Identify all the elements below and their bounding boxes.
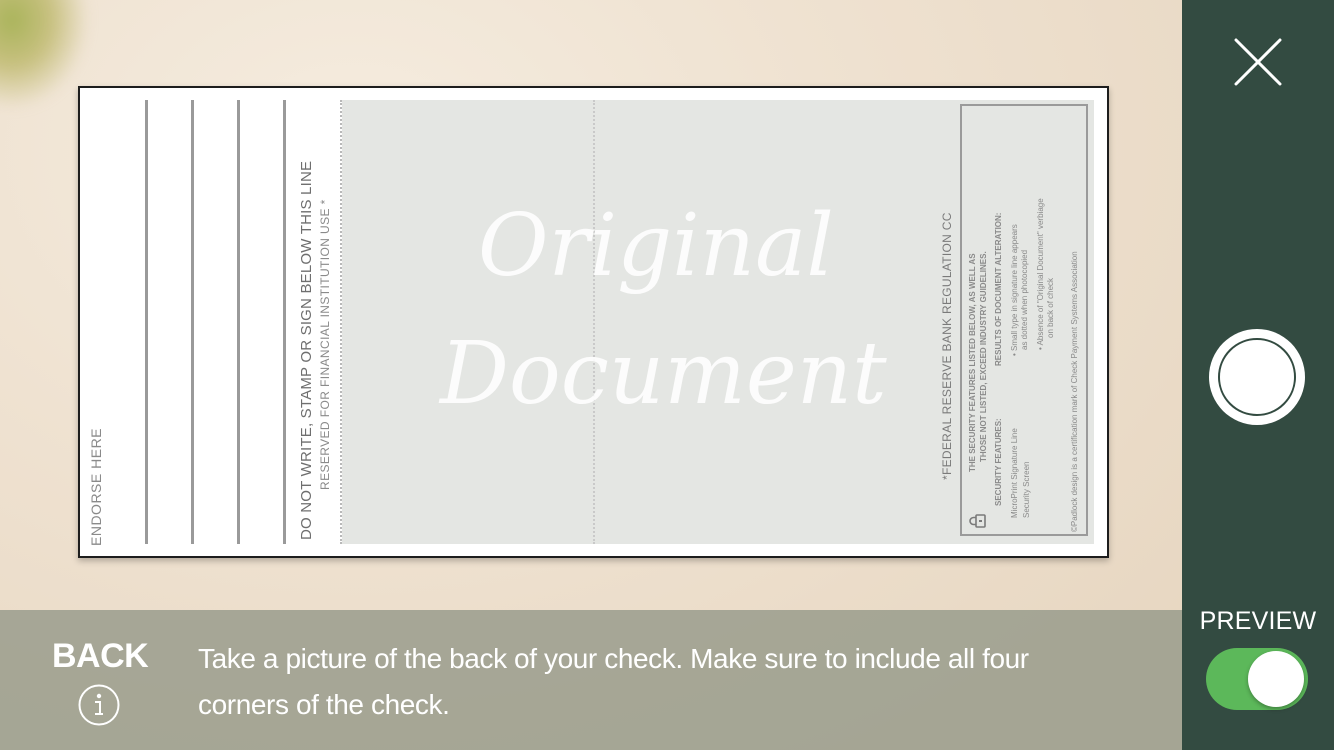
security-feature-2: Security Screen	[1022, 461, 1031, 518]
camera-capture-screen: ENDORSE HERE DO NOT WRITE, STAMP OR SIGN…	[0, 0, 1334, 750]
shutter-inner-ring	[1218, 338, 1296, 416]
security-header-2: THOSE NOT LISTED, EXCEED INDUSTRY GUIDEL…	[979, 251, 988, 462]
preview-label: PREVIEW	[1199, 607, 1317, 635]
security-feature-1: MicroPrint Signature Line	[1010, 428, 1019, 518]
reserved-label: RESERVED FOR FINANCIAL INSTITUTION USE *	[318, 199, 332, 490]
endorse-line	[145, 100, 148, 544]
shutter-button[interactable]	[1209, 329, 1305, 425]
padlock-icon	[969, 514, 986, 528]
preview-toggle[interactable]	[1206, 648, 1308, 710]
security-features-box: THE SECURITY FEATURES LISTED BELOW, AS W…	[960, 104, 1088, 536]
reserved-border	[340, 100, 342, 544]
federal-reserve-label: *FEDERAL RESERVE BANK REGULATION CC	[940, 212, 954, 480]
fold-divider	[593, 100, 595, 544]
watermark-original: Original	[478, 196, 834, 296]
endorse-line	[237, 100, 240, 544]
padlock-footer: ©Padlock design is a certification mark …	[1070, 251, 1079, 532]
endorse-line	[283, 100, 286, 544]
results-title: RESULTS OF DOCUMENT ALTERATION:	[994, 212, 1003, 366]
do-not-write-label: DO NOT WRITE, STAMP OR SIGN BELOW THIS L…	[298, 160, 315, 540]
result-1: • Small type in signature line appears	[1010, 224, 1019, 356]
instruction-text: Take a picture of the back of your check…	[198, 643, 1029, 720]
security-features-title: SECURITY FEATURES:	[994, 418, 1003, 506]
close-icon[interactable]	[1230, 34, 1286, 90]
result-2: • Absence of "Original Document" verbiag…	[1036, 198, 1045, 350]
background-plant	[0, 0, 90, 110]
endorse-line	[191, 100, 194, 544]
preview-toggle-knob	[1248, 651, 1304, 707]
watermark-document: Document	[440, 324, 887, 424]
result-1b: as dotted when photocopied	[1020, 249, 1029, 350]
check-back: ENDORSE HERE DO NOT WRITE, STAMP OR SIGN…	[78, 86, 1109, 558]
info-icon[interactable]	[78, 684, 120, 726]
endorse-here-label: ENDORSE HERE	[88, 427, 104, 546]
side-label: BACK	[52, 637, 149, 675]
security-header-1: THE SECURITY FEATURES LISTED BELOW, AS W…	[968, 253, 977, 472]
result-2b: on back of check	[1046, 277, 1055, 338]
